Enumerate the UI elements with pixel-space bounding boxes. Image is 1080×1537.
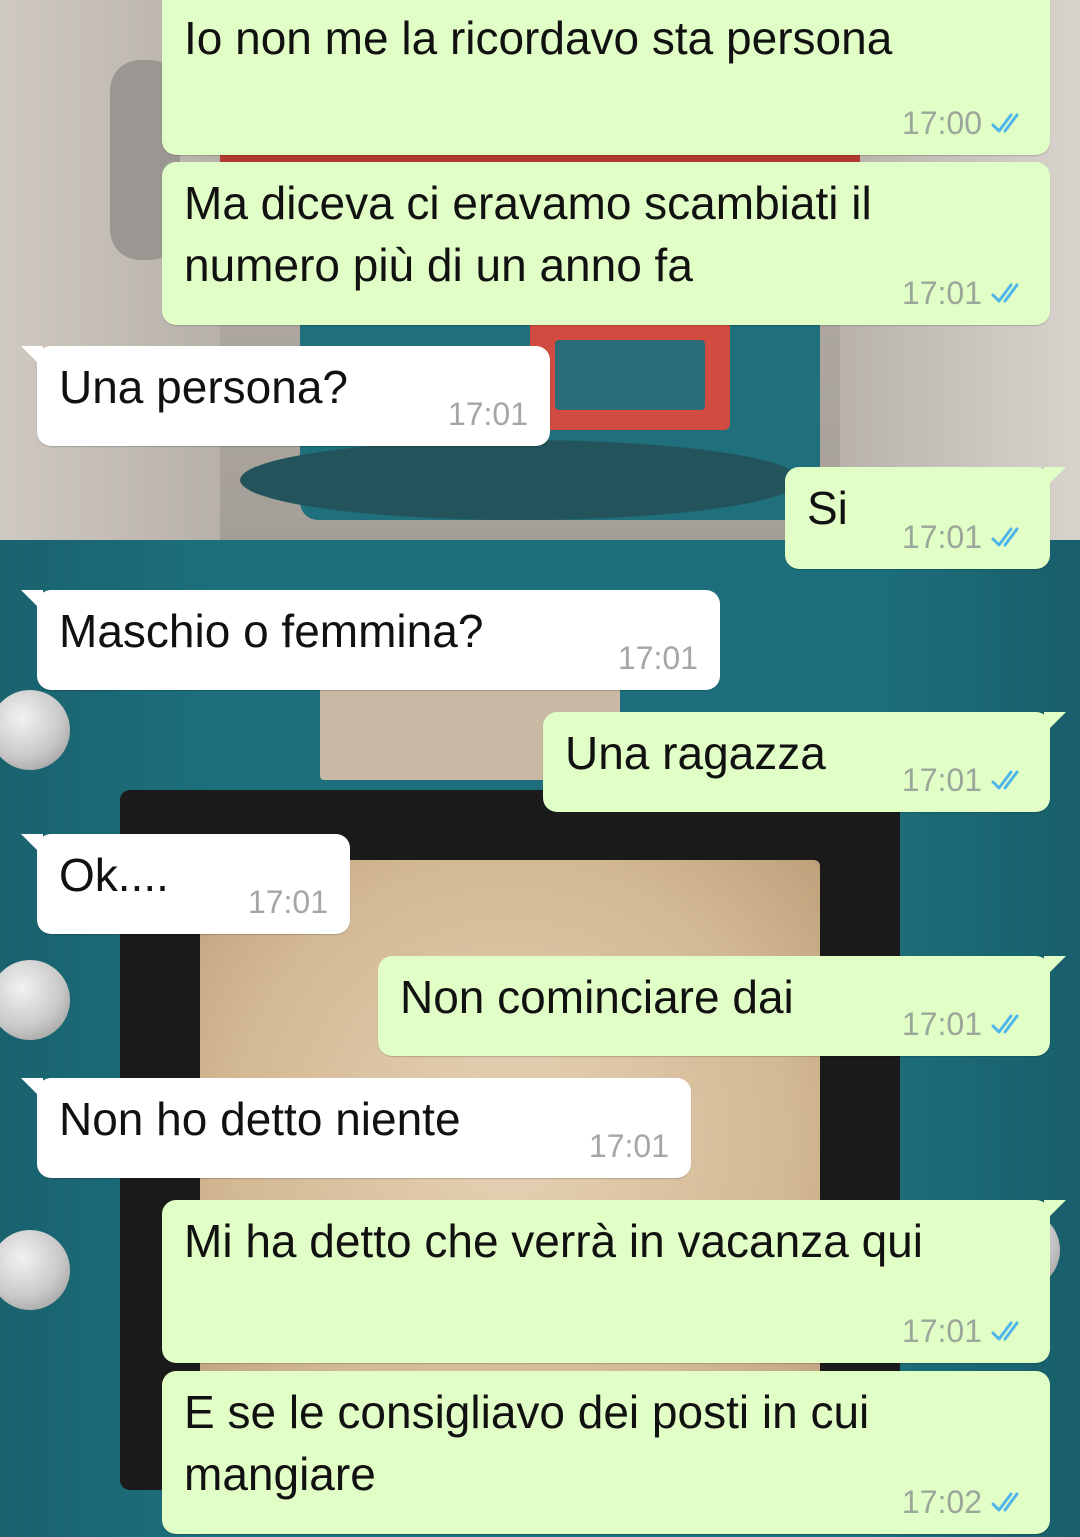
message-text: Ma diceva ci eravamo scambiati il numero…: [184, 177, 872, 291]
message-text: Non cominciare dai: [400, 971, 794, 1023]
message-time: 17:01: [588, 1128, 669, 1164]
bubble-tail: [21, 590, 43, 612]
incoming-message[interactable]: Una persona? 17:01: [21, 346, 550, 446]
message-time: 17:01: [447, 396, 528, 432]
double-check-icon: [991, 283, 1019, 303]
outgoing-message[interactable]: Ma diceva ci eravamo scambiati il numero…: [162, 162, 1050, 325]
message-time: 17:01: [617, 640, 698, 676]
message-meta: 17:00: [902, 105, 1028, 141]
chat-message-list[interactable]: Io non me la ricordavo sta persona 17:00…: [0, 0, 1080, 1537]
message-meta: 17:01: [248, 884, 328, 920]
message-time: 17:01: [901, 275, 982, 311]
message-time: 17:01: [247, 884, 328, 920]
outgoing-message[interactable]: Mi ha detto che verrà in vacanza qui 17:…: [162, 1200, 1066, 1363]
incoming-message[interactable]: Maschio o femmina? 17:01: [21, 590, 720, 690]
outgoing-message[interactable]: Non cominciare dai 17:01: [378, 956, 1066, 1056]
bubble-tail: [1044, 1200, 1066, 1222]
message-meta: 17:01: [589, 1128, 669, 1164]
message-text: Ok....: [59, 849, 169, 901]
outgoing-message[interactable]: Si 17:01: [785, 467, 1066, 569]
message-text: Io non me la ricordavo sta persona: [184, 12, 893, 64]
message-time: 17:01: [901, 519, 982, 555]
message-time: 17:01: [901, 1313, 982, 1349]
message-text: E se le consigliavo dei posti in cui man…: [184, 1386, 870, 1500]
message-meta: 17:02: [902, 1484, 1028, 1520]
message-meta: 17:01: [618, 640, 698, 676]
message-meta: 17:01: [902, 519, 1028, 555]
message-text: Maschio o femmina?: [59, 605, 484, 657]
outgoing-message[interactable]: Una ragazza 17:01: [543, 712, 1066, 812]
bubble-tail: [1044, 956, 1066, 978]
bubble-tail: [21, 1078, 43, 1100]
bubble-tail: [21, 834, 43, 856]
message-text: Si: [807, 482, 848, 534]
message-time: 17:02: [901, 1484, 982, 1520]
incoming-message[interactable]: Ok.... 17:01: [21, 834, 350, 934]
message-time: 17:01: [901, 762, 982, 798]
bubble-tail: [1044, 467, 1066, 489]
double-check-icon: [991, 527, 1019, 547]
message-time: 17:01: [901, 1006, 982, 1042]
message-meta: 17:01: [902, 1313, 1028, 1349]
message-text: Una ragazza: [565, 727, 826, 779]
double-check-icon: [991, 113, 1019, 133]
outgoing-message[interactable]: E se le consigliavo dei posti in cui man…: [162, 1371, 1050, 1534]
message-meta: 17:01: [902, 275, 1028, 311]
incoming-message[interactable]: Non ho detto niente 17:01: [21, 1078, 691, 1178]
message-time: 17:00: [901, 105, 982, 141]
double-check-icon: [991, 770, 1019, 790]
message-meta: 17:01: [902, 1006, 1028, 1042]
double-check-icon: [991, 1014, 1019, 1034]
bubble-tail: [21, 346, 43, 368]
double-check-icon: [991, 1492, 1019, 1512]
message-meta: 17:01: [448, 396, 528, 432]
bubble-tail: [1044, 712, 1066, 734]
outgoing-message[interactable]: Io non me la ricordavo sta persona 17:00: [162, 0, 1050, 155]
message-text: Una persona?: [59, 361, 348, 413]
message-meta: 17:01: [902, 762, 1028, 798]
double-check-icon: [991, 1321, 1019, 1341]
message-text: Non ho detto niente: [59, 1093, 461, 1145]
message-text: Mi ha detto che verrà in vacanza qui: [184, 1215, 923, 1267]
